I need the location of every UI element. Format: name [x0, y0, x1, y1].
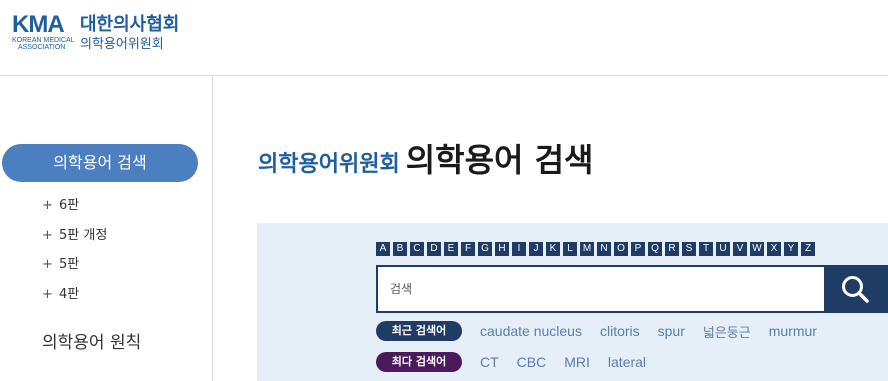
logo-subtitle-line2: ASSOCIATION	[18, 44, 66, 51]
recent-keyword[interactable]: murmur	[769, 323, 817, 339]
alpha-link-t[interactable]: T	[699, 242, 713, 256]
alpha-link-x[interactable]: X	[767, 242, 781, 256]
recent-keywords-badge: 최근 검색어	[376, 321, 462, 341]
popular-keywords: 최다 검색어 CT CBC MRI lateral	[376, 352, 664, 372]
alpha-link-c[interactable]: C	[410, 242, 424, 256]
alpha-link-i[interactable]: I	[512, 242, 526, 256]
plus-icon: +	[42, 287, 53, 302]
org-name: 대한의사협회	[80, 14, 180, 35]
alpha-link-f[interactable]: F	[461, 242, 475, 256]
sidebar-subitem-label: 6판	[59, 198, 80, 213]
recent-keywords: 최근 검색어 caudate nucleus clitoris spur 넓은둥근 mu…	[376, 321, 835, 341]
sidebar-item-term-search[interactable]: 의학용어 검색	[2, 144, 198, 182]
sidebar-subitem-label: 5판	[59, 257, 80, 272]
alpha-link-r[interactable]: R	[665, 242, 679, 256]
alpha-link-b[interactable]: B	[393, 242, 407, 256]
alpha-link-w[interactable]: W	[750, 242, 764, 256]
popular-keyword[interactable]: CBC	[517, 354, 547, 370]
alphabet-index: ABCDEFGHIJKLMNOPQRSTUVWXYZ	[376, 242, 815, 256]
alpha-link-z[interactable]: Z	[801, 242, 815, 256]
page-title-main: 의학용어 검색	[405, 141, 594, 179]
recent-keyword[interactable]: clitoris	[600, 323, 640, 339]
alpha-link-k[interactable]: K	[546, 242, 560, 256]
alpha-link-h[interactable]: H	[495, 242, 509, 256]
sidebar-subitem-4th[interactable]: +4판	[42, 287, 79, 303]
recent-keyword[interactable]: caudate nucleus	[480, 323, 582, 339]
logo-mark: KMA	[12, 11, 65, 38]
plus-icon: +	[42, 198, 53, 213]
page-title: 의학용어위원회 의학용어 검색	[258, 140, 593, 186]
sidebar-subitem-5th[interactable]: +5판	[42, 257, 79, 273]
recent-keyword[interactable]: 넓은둥근	[703, 322, 751, 341]
sidebar-subitem-label: 5판 개정	[59, 228, 108, 243]
recent-keyword[interactable]: spur	[658, 323, 685, 339]
search-input[interactable]	[378, 267, 828, 311]
kma-logo[interactable]: KMA KOREAN MEDICAL ASSOCIATION 대한의사협회 의학…	[12, 12, 202, 56]
alpha-link-e[interactable]: E	[444, 242, 458, 256]
alpha-link-a[interactable]: A	[376, 242, 390, 256]
alpha-link-l[interactable]: L	[563, 242, 577, 256]
committee-name: 의학용어위원회	[80, 37, 164, 52]
alpha-link-y[interactable]: Y	[784, 242, 798, 256]
plus-icon: +	[42, 257, 53, 272]
sidebar: 의학용어 검색 +6판 +5판 개정 +5판 +4판 의학용어 원칙	[0, 76, 213, 381]
sidebar-item-term-principles[interactable]: 의학용어 원칙	[42, 332, 141, 354]
alpha-link-o[interactable]: O	[614, 242, 628, 256]
plus-icon: +	[42, 228, 53, 243]
alpha-link-v[interactable]: V	[733, 242, 747, 256]
search-box	[376, 265, 888, 313]
sidebar-subitem-6th[interactable]: +6판	[42, 198, 79, 214]
popular-keywords-badge: 최다 검색어	[376, 352, 462, 372]
alpha-link-g[interactable]: G	[478, 242, 492, 256]
sidebar-subitem-label: 4판	[59, 287, 80, 302]
alpha-link-p[interactable]: P	[631, 242, 645, 256]
site-header: KMA KOREAN MEDICAL ASSOCIATION 대한의사협회 의학…	[0, 0, 888, 76]
alpha-link-s[interactable]: S	[682, 242, 696, 256]
alpha-link-j[interactable]: J	[529, 242, 543, 256]
popular-keyword[interactable]: CT	[480, 354, 499, 370]
alpha-link-d[interactable]: D	[427, 242, 441, 256]
alpha-link-u[interactable]: U	[716, 242, 730, 256]
popular-keyword[interactable]: MRI	[564, 354, 590, 370]
popular-keyword[interactable]: lateral	[608, 354, 646, 370]
alpha-link-q[interactable]: Q	[648, 242, 662, 256]
alpha-link-n[interactable]: N	[597, 242, 611, 256]
search-button[interactable]	[824, 265, 886, 313]
sidebar-subitem-5th-revised[interactable]: +5판 개정	[42, 228, 107, 244]
alpha-link-m[interactable]: M	[580, 242, 594, 256]
search-icon	[842, 276, 869, 303]
page-title-prefix: 의학용어위원회	[258, 152, 400, 177]
